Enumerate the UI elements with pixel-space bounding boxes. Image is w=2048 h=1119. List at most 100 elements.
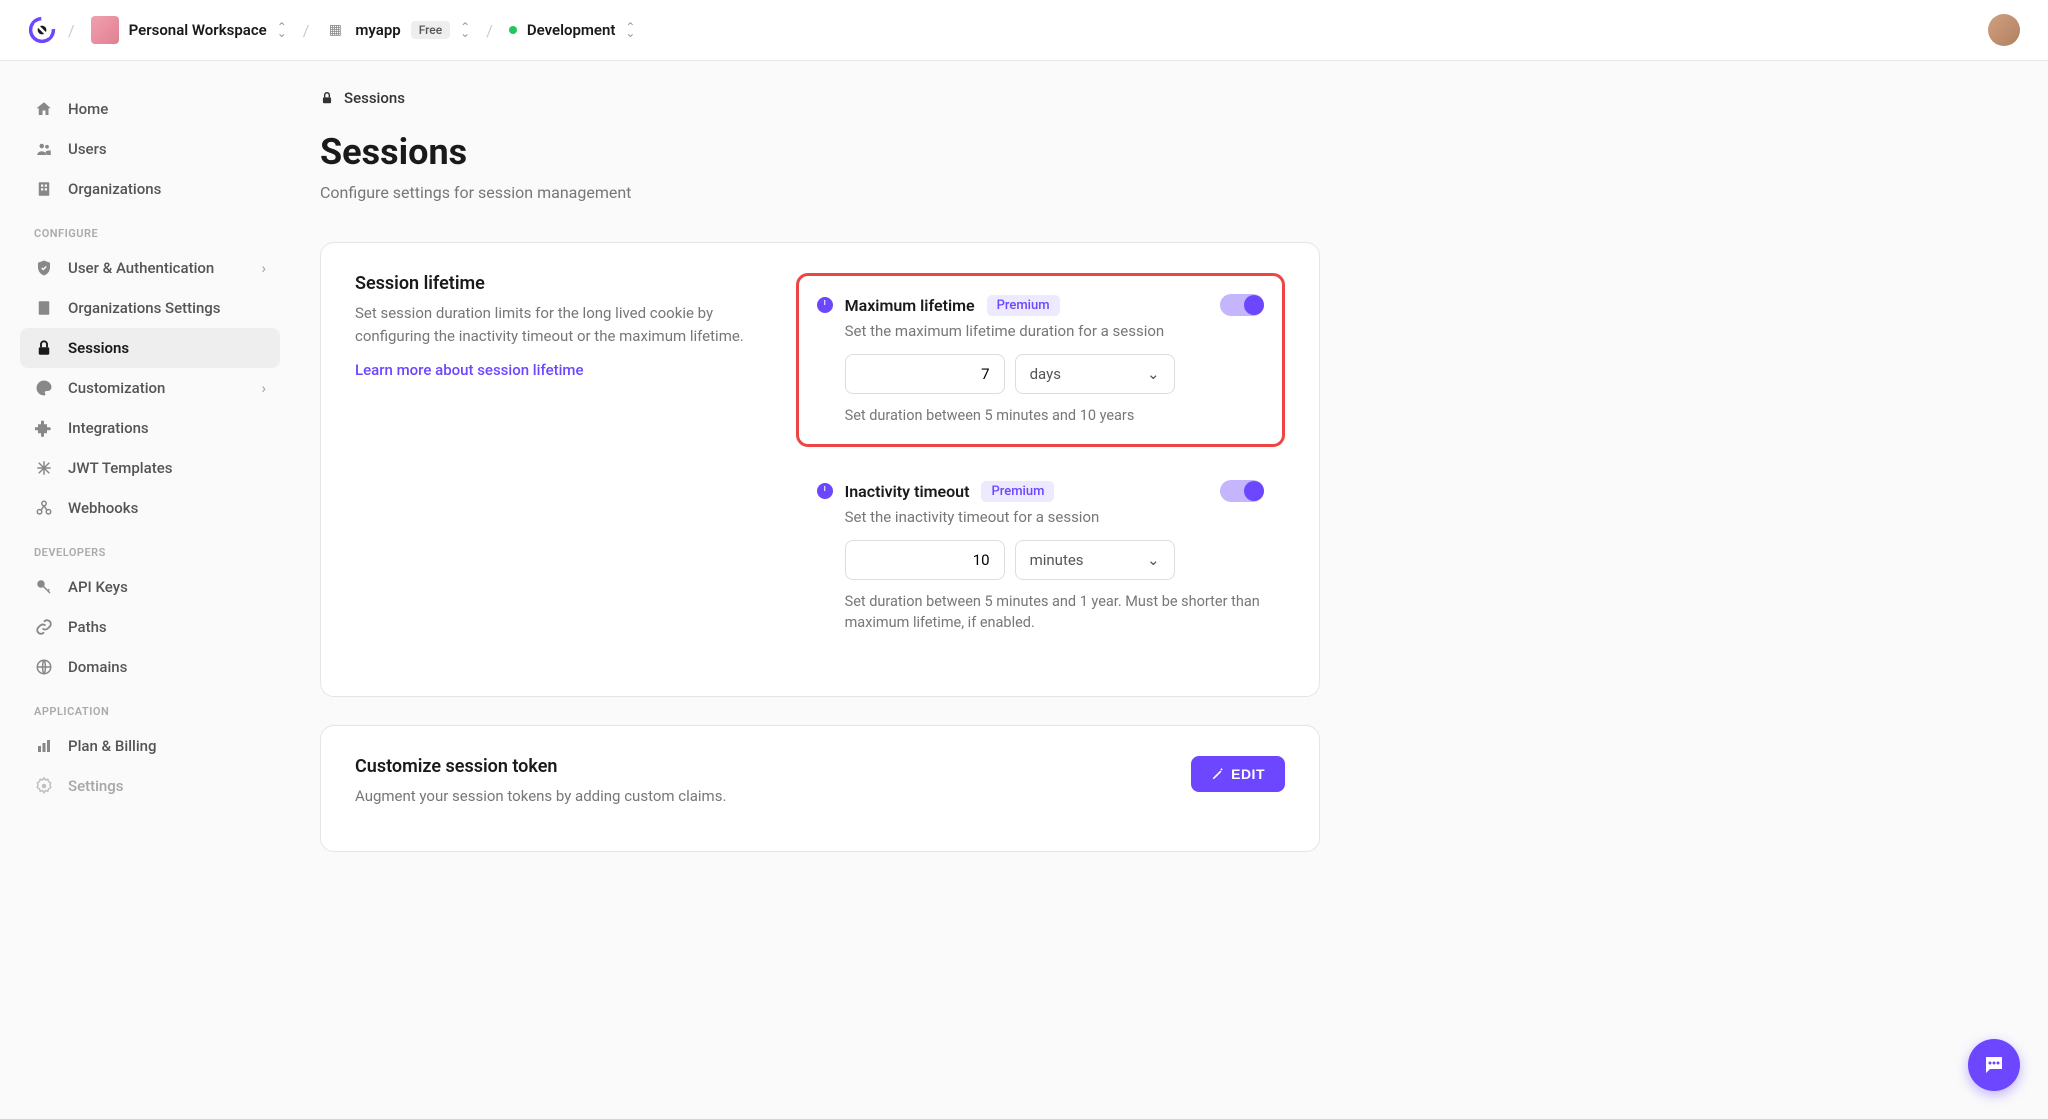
helper-text: Set duration between 5 minutes and 10 ye…	[845, 406, 1264, 426]
layout-icon: ▦	[325, 20, 345, 40]
workspace-selector[interactable]: Personal Workspace ⌃⌄	[91, 16, 287, 44]
sidebar-item-label: Home	[68, 100, 108, 118]
user-avatar[interactable]	[1988, 14, 2020, 46]
select-value: minutes	[1030, 551, 1084, 569]
chevron-updown-icon: ⌃⌄	[460, 24, 470, 36]
key-icon	[34, 577, 54, 597]
session-lifetime-card: Session lifetime Set session duration li…	[320, 242, 1320, 697]
top-header: / Personal Workspace ⌃⌄ / ▦ myapp Free ⌃…	[0, 0, 2048, 61]
sidebar-item-label: Plan & Billing	[68, 737, 157, 755]
max-lifetime-block: Maximum lifetime Premium Set the maximum…	[796, 273, 1285, 447]
max-lifetime-toggle[interactable]	[1220, 294, 1264, 316]
page-subtitle: Configure settings for session managemen…	[320, 183, 1320, 202]
breadcrumb-separator: /	[303, 21, 310, 40]
plan-badge: Free	[411, 21, 450, 39]
page-title: Sessions	[320, 131, 1320, 173]
inactivity-value-input[interactable]	[845, 540, 1005, 580]
sidebar-item-label: Users	[68, 140, 107, 158]
app-selector[interactable]: ▦ myapp Free ⌃⌄	[325, 20, 470, 40]
chevron-down-icon: ⌄	[1147, 551, 1160, 569]
sidebar: Home Users Organizations CONFIGURE User …	[0, 61, 300, 920]
palette-icon	[34, 378, 54, 398]
helper-text: Set duration between 5 minutes and 1 yea…	[845, 592, 1264, 633]
globe-icon	[34, 657, 54, 677]
building-icon	[34, 298, 54, 318]
sidebar-item-settings[interactable]: Settings	[20, 766, 280, 806]
max-lifetime-unit-select[interactable]: days ⌄	[1015, 354, 1175, 394]
learn-more-link[interactable]: Learn more about session lifetime	[355, 361, 584, 379]
sidebar-item-label: Customization	[68, 379, 165, 397]
link-icon	[34, 617, 54, 637]
card-title: Customize session token	[355, 756, 726, 777]
clock-icon	[817, 297, 833, 313]
webhook-icon	[34, 498, 54, 518]
sidebar-item-organizations[interactable]: Organizations	[20, 169, 280, 209]
sidebar-item-jwt[interactable]: JWT Templates	[20, 448, 280, 488]
clock-icon	[817, 483, 833, 499]
sidebar-item-sessions[interactable]: Sessions	[20, 328, 280, 368]
setting-description: Set the maximum lifetime duration for a …	[845, 322, 1264, 340]
breadcrumb: / Personal Workspace ⌃⌄ / ▦ myapp Free ⌃…	[68, 16, 1988, 44]
chevron-right-icon: ›	[261, 379, 266, 397]
sidebar-item-label: Sessions	[68, 339, 129, 357]
workspace-name: Personal Workspace	[129, 21, 267, 39]
page-breadcrumb: Sessions	[320, 89, 1320, 107]
asterisk-icon	[34, 458, 54, 478]
sidebar-item-label: JWT Templates	[68, 459, 172, 477]
inactivity-unit-select[interactable]: minutes ⌄	[1015, 540, 1175, 580]
sidebar-item-api-keys[interactable]: API Keys	[20, 567, 280, 607]
sidebar-item-integrations[interactable]: Integrations	[20, 408, 280, 448]
sidebar-item-plan-billing[interactable]: Plan & Billing	[20, 726, 280, 766]
max-lifetime-value-input[interactable]	[845, 354, 1005, 394]
sidebar-item-home[interactable]: Home	[20, 89, 280, 129]
sidebar-item-label: Organizations Settings	[68, 299, 221, 317]
sidebar-item-org-settings[interactable]: Organizations Settings	[20, 288, 280, 328]
setting-title: Maximum lifetime	[845, 296, 975, 315]
lock-icon	[34, 338, 54, 358]
setting-title: Inactivity timeout	[845, 482, 970, 501]
premium-badge: Premium	[987, 295, 1060, 316]
home-icon	[34, 99, 54, 119]
breadcrumb-separator: /	[486, 21, 493, 40]
premium-badge: Premium	[981, 481, 1054, 502]
select-value: days	[1030, 365, 1061, 383]
lock-icon	[320, 91, 334, 105]
sidebar-item-label: Paths	[68, 618, 107, 636]
setting-description: Set the inactivity timeout for a session	[845, 508, 1264, 526]
sidebar-item-users[interactable]: Users	[20, 129, 280, 169]
sidebar-item-label: Webhooks	[68, 499, 138, 517]
chart-icon	[34, 736, 54, 756]
sidebar-section-application: APPLICATION	[20, 687, 280, 726]
page-crumb-label: Sessions	[344, 89, 405, 107]
chevron-right-icon: ›	[261, 259, 266, 277]
status-dot-icon	[509, 26, 517, 34]
workspace-avatar	[91, 16, 119, 44]
chat-fab[interactable]	[1968, 1039, 2020, 1091]
sidebar-item-label: API Keys	[68, 578, 128, 596]
sidebar-item-label: Integrations	[68, 419, 149, 437]
users-icon	[34, 139, 54, 159]
sidebar-item-webhooks[interactable]: Webhooks	[20, 488, 280, 528]
chat-icon	[1982, 1053, 2006, 1077]
breadcrumb-separator: /	[68, 21, 75, 40]
sidebar-item-paths[interactable]: Paths	[20, 607, 280, 647]
env-selector[interactable]: Development ⌃⌄	[509, 21, 636, 39]
sidebar-item-label: Settings	[68, 777, 124, 795]
chevron-updown-icon: ⌃⌄	[625, 24, 635, 36]
sidebar-item-domains[interactable]: Domains	[20, 647, 280, 687]
pencil-icon	[1211, 767, 1225, 781]
sidebar-item-customization[interactable]: Customization ›	[20, 368, 280, 408]
chevron-updown-icon: ⌃⌄	[277, 24, 287, 36]
sidebar-section-configure: CONFIGURE	[20, 209, 280, 248]
app-name: myapp	[355, 21, 400, 39]
sidebar-section-developers: DEVELOPERS	[20, 528, 280, 567]
main-content: Sessions Sessions Configure settings for…	[300, 61, 1380, 920]
sidebar-item-user-auth[interactable]: User & Authentication ›	[20, 248, 280, 288]
edit-button[interactable]: EDIT	[1191, 756, 1285, 792]
session-token-card: Customize session token Augment your ses…	[320, 725, 1320, 853]
shield-icon	[34, 258, 54, 278]
inactivity-toggle[interactable]	[1220, 480, 1264, 502]
card-description: Augment your session tokens by adding cu…	[355, 785, 726, 808]
gear-icon	[34, 776, 54, 796]
card-title: Session lifetime	[355, 273, 746, 294]
